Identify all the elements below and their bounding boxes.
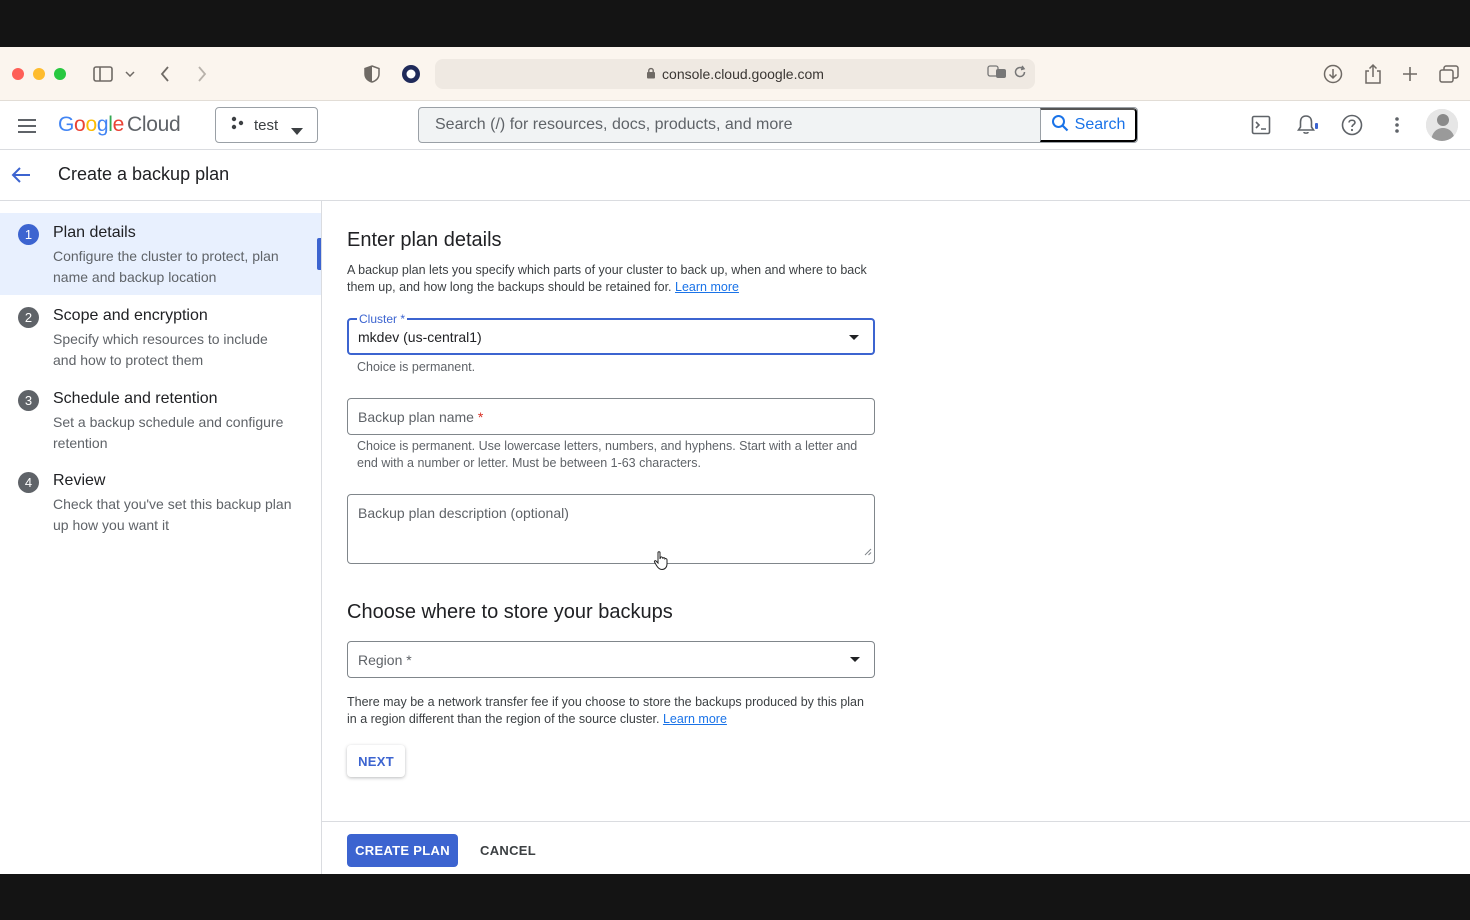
step-description: Configure the cluster to protect, plan n… — [53, 248, 279, 285]
plan-name-field[interactable]: Backup plan name * — [347, 398, 875, 435]
download-icon[interactable] — [1322, 61, 1344, 87]
learn-more-link-2[interactable]: Learn more — [663, 712, 727, 726]
close-window-button[interactable] — [12, 68, 24, 80]
step-title: Scope and encryption — [53, 307, 208, 324]
intro-text: A backup plan lets you specify which par… — [347, 262, 877, 296]
logo-letter: e — [112, 113, 125, 136]
section-heading: Enter plan details — [347, 229, 502, 251]
search-bar: Search — [418, 107, 1138, 143]
shield-icon[interactable] — [362, 61, 382, 87]
step-description: Specify which resources to include and h… — [53, 331, 268, 368]
intro-text-body: A backup plan lets you specify which par… — [347, 263, 867, 294]
caret-down-icon — [291, 122, 303, 139]
caret-down-icon — [849, 335, 859, 340]
next-button[interactable]: NEXT — [347, 745, 405, 777]
search-input[interactable] — [419, 108, 1040, 142]
sidebar-toggle-icon[interactable] — [92, 61, 114, 87]
forward-nav-icon[interactable] — [193, 61, 211, 87]
step-number: 4 — [18, 472, 39, 493]
browser-toolbar: console.cloud.google.com — [0, 47, 1470, 101]
cancel-button[interactable]: CANCEL — [472, 834, 544, 867]
logo-letter: o — [74, 113, 86, 136]
step-review[interactable]: 4 Review Check that you've set this back… — [0, 472, 321, 536]
step-description: Set a backup schedule and configure rete… — [53, 414, 284, 451]
help-icon[interactable] — [1340, 113, 1364, 137]
logo-letter: o — [85, 113, 97, 136]
region-select[interactable]: Region * — [347, 641, 875, 678]
cluster-label: Cluster * — [357, 312, 408, 326]
step-description: Check that you've set this backup plan u… — [53, 496, 292, 533]
project-selector[interactable]: test — [215, 107, 318, 143]
logo-letter: g — [96, 113, 109, 136]
project-name: test — [254, 116, 279, 134]
chevron-down-icon[interactable] — [123, 61, 137, 87]
transfer-note: There may be a network transfer fee if y… — [347, 694, 877, 728]
transfer-note-body: There may be a network transfer fee if y… — [347, 695, 864, 726]
plan-name-placeholder: Backup plan name * — [358, 409, 483, 425]
description-placeholder: Backup plan description (optional) — [358, 505, 569, 521]
cluster-value: mkdev (us-central1) — [358, 329, 482, 345]
more-vert-icon[interactable] — [1385, 113, 1409, 137]
resize-handle-icon[interactable] — [864, 543, 872, 561]
step-schedule-retention[interactable]: 3 Schedule and retention Set a backup sc… — [0, 390, 321, 454]
new-tab-icon[interactable] — [1400, 61, 1420, 87]
gcp-header: Google Cloud test Search — [0, 101, 1470, 150]
cluster-hint: Choice is permanent. — [357, 360, 476, 374]
step-number: 1 — [18, 224, 39, 245]
storage-heading: Choose where to store your backups — [347, 601, 673, 623]
main-content: 1 Plan details Configure the cluster to … — [0, 201, 1470, 874]
menu-icon[interactable] — [16, 115, 38, 137]
page-title-bar: Create a backup plan — [0, 150, 1470, 201]
share-icon[interactable] — [1362, 61, 1384, 87]
hand-cursor-icon — [653, 551, 669, 576]
required-mark: * — [406, 652, 412, 668]
step-number: 2 — [18, 307, 39, 328]
back-arrow-icon[interactable] — [10, 164, 32, 191]
reload-icon[interactable] — [1013, 65, 1027, 82]
minimize-window-button[interactable] — [33, 68, 45, 80]
page-title: Create a backup plan — [58, 164, 230, 184]
logo-cloud-text: Cloud — [126, 113, 181, 136]
google-cloud-logo[interactable]: Google Cloud — [58, 113, 181, 137]
url-text: console.cloud.google.com — [662, 66, 824, 82]
lock-icon — [646, 66, 656, 82]
top-letterbox — [0, 0, 1470, 47]
notifications-icon[interactable] — [1294, 113, 1318, 137]
stepper: 1 Plan details Configure the cluster to … — [0, 201, 322, 874]
translate-icon[interactable] — [987, 65, 1007, 82]
create-plan-button[interactable]: CREATE PLAN — [347, 834, 458, 867]
back-nav-icon[interactable] — [156, 61, 174, 87]
required-mark: * — [400, 312, 406, 326]
required-mark: * — [477, 409, 484, 425]
region-label: Region — [358, 652, 403, 668]
extension-icon[interactable] — [400, 61, 422, 87]
form-footer: CREATE PLAN CANCEL — [322, 821, 1470, 874]
step-number: 3 — [18, 390, 39, 411]
region-placeholder: Region * — [358, 652, 412, 668]
plan-name-hint: Choice is permanent. Use lowercase lette… — [357, 439, 858, 470]
search-icon — [1051, 114, 1069, 137]
caret-down-icon — [850, 657, 860, 662]
bottom-letterbox — [0, 874, 1470, 920]
learn-more-link[interactable]: Learn more — [675, 280, 739, 294]
search-button[interactable]: Search — [1040, 108, 1137, 142]
cluster-label-text: Cluster — [359, 312, 398, 326]
description-textarea[interactable]: Backup plan description (optional) — [347, 494, 875, 564]
zoom-window-button[interactable] — [54, 68, 66, 80]
step-scope-encryption[interactable]: 2 Scope and encryption Specify which res… — [0, 307, 321, 371]
search-button-label: Search — [1074, 116, 1126, 133]
address-bar[interactable]: console.cloud.google.com — [435, 59, 1035, 89]
plan-name-label: Backup plan name — [358, 409, 474, 425]
step-title: Schedule and retention — [53, 390, 218, 407]
project-icon — [230, 116, 244, 134]
cloud-shell-icon[interactable] — [1249, 113, 1273, 137]
step-plan-details[interactable]: 1 Plan details Configure the cluster to … — [0, 213, 321, 295]
tab-overview-icon[interactable] — [1438, 61, 1460, 87]
avatar[interactable] — [1426, 109, 1458, 141]
step-title: Review — [53, 472, 106, 489]
logo-letter: G — [58, 113, 75, 136]
step-title: Plan details — [53, 224, 136, 241]
cluster-select[interactable]: Cluster * mkdev (us-central1) — [347, 312, 875, 355]
